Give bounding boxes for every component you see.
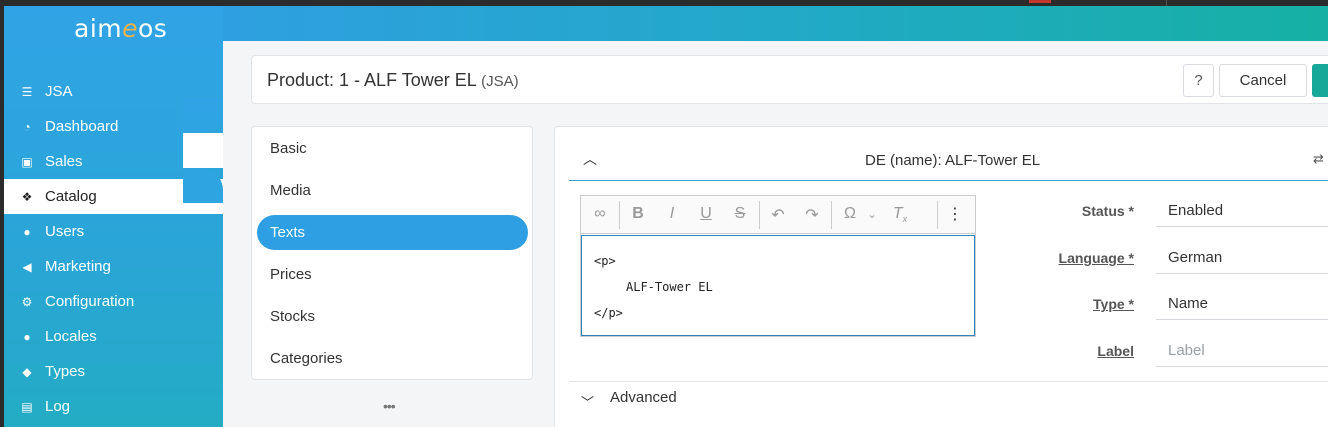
sidebar-item-label: JSA (45, 83, 73, 100)
top-navbar (223, 6, 1328, 41)
status-select[interactable]: Enabled (1156, 195, 1328, 227)
aimeos-logo[interactable]: aimeos (74, 14, 167, 43)
label-row: Label Label (995, 335, 1328, 367)
page-title-text: Product: 1 - ALF Tower EL (267, 70, 477, 90)
sidebar: aimeos ☰ JSA ◔ Dashboard ▣ Sales ❖ Catal… (4, 6, 223, 427)
language-select[interactable]: German (1156, 242, 1328, 274)
advanced-toggle[interactable]: ﹀ Advanced (569, 381, 1328, 417)
archive-icon: ▤ (21, 399, 33, 414)
language-row: Language * German (995, 242, 1328, 274)
special-character-icon[interactable]: Ω (839, 205, 861, 223)
active-nav-connector (183, 98, 223, 203)
source-line: <p> (594, 254, 616, 268)
more-options-icon[interactable]: ⋮ (947, 204, 963, 224)
sidebar-item-users[interactable]: ● Users (4, 214, 223, 249)
source-line: </p> (594, 306, 623, 320)
type-label[interactable]: Type * (1093, 296, 1134, 312)
editor-toolbar: ∞ B I U S ↶ ↷ Ω ⌄ Tx ⋮ (581, 196, 975, 234)
sidebar-item-label: Configuration (45, 293, 135, 310)
users-icon: ● (23, 224, 31, 239)
rich-text-editor: ∞ B I U S ↶ ↷ Ω ⌄ Tx ⋮ <p> ALF-Tower EL … (580, 195, 976, 337)
advanced-label: Advanced (610, 389, 677, 406)
strikethrough-icon[interactable]: S (729, 205, 751, 223)
money-icon: ▣ (21, 154, 33, 169)
sidebar-item-locales[interactable]: ● Locales (4, 319, 223, 354)
label-label[interactable]: Label (1097, 343, 1134, 359)
tag-icon: ◆ (22, 364, 32, 379)
translate-icon[interactable]: ⇄ (1313, 151, 1324, 167)
sidebar-item-types[interactable]: ◆ Types (4, 354, 223, 389)
toolbar-divider (759, 201, 760, 229)
cancel-button[interactable]: Cancel (1219, 64, 1307, 97)
tab-categories[interactable]: Categories (257, 341, 528, 376)
language-label[interactable]: Language * (1059, 250, 1134, 266)
underline-icon[interactable]: U (695, 205, 717, 223)
toolbar-divider (831, 201, 832, 229)
save-button[interactable] (1312, 64, 1328, 97)
os-indicator (1029, 0, 1051, 3)
text-item-header[interactable]: ︿ DE (name): ALF-Tower EL ⇄ (569, 127, 1328, 181)
sidebar-item-marketing[interactable]: ◀ Marketing (4, 249, 223, 284)
sidebar-item-label: Log (45, 398, 71, 415)
source-editing-area[interactable]: <p> ALF-Tower EL </p> (581, 235, 975, 336)
cubes-icon: ❖ (21, 189, 33, 204)
sidebar-item-label: Types (45, 363, 86, 380)
sidebar-item-label: Dashboard (45, 118, 119, 135)
type-row: Type * Name (995, 288, 1328, 320)
chevron-up-icon[interactable]: ︿ (583, 149, 597, 169)
tab-texts[interactable]: Texts (257, 215, 528, 250)
chevron-down-icon[interactable]: ﹀ (581, 392, 594, 411)
logo-part: e (122, 14, 139, 43)
bold-icon[interactable]: B (627, 205, 649, 223)
sidebar-item-log[interactable]: ▤ Log (4, 389, 223, 424)
undo-icon[interactable]: ↶ (767, 205, 789, 225)
list-icon: ☰ (21, 84, 33, 99)
sidebar-item-label: Catalog (45, 188, 97, 205)
cogs-icon: ⚙ (21, 294, 33, 309)
page-header: Product: 1 - ALF Tower EL (JSA) ? Cancel (251, 55, 1328, 104)
text-item-title: DE (name): ALF-Tower EL (865, 152, 1041, 169)
more-tabs-button[interactable]: ••• (383, 398, 396, 414)
tab-media[interactable]: Media (257, 173, 528, 208)
remove-format-icon[interactable]: Tx (889, 205, 911, 224)
sidebar-item-label: Marketing (45, 258, 111, 275)
status-row: Status * Enabled (995, 195, 1328, 227)
tab-basic[interactable]: Basic (257, 131, 528, 166)
link-icon[interactable]: ∞ (589, 205, 611, 223)
sidebar-item-configuration[interactable]: ⚙ Configuration (4, 284, 223, 319)
source-line: ALF-Tower EL (626, 280, 713, 294)
toolbar-divider (937, 201, 938, 229)
tab-prices[interactable]: Prices (257, 257, 528, 292)
label-input[interactable]: Label (1156, 335, 1328, 367)
logo-part: os (138, 14, 168, 43)
type-select[interactable]: Name (1156, 288, 1328, 320)
logo-part: aim (74, 14, 123, 43)
tab-stocks[interactable]: Stocks (257, 299, 528, 334)
dashboard-icon: ◔ (23, 119, 31, 134)
item-navigation: Basic Media Texts Prices Stocks Categori… (251, 126, 533, 380)
globe-icon: ● (23, 329, 31, 344)
bullhorn-icon: ◀ (22, 259, 32, 274)
sidebar-item-label: Locales (45, 328, 97, 345)
sidebar-item-label: Sales (45, 153, 83, 170)
help-button[interactable]: ? (1183, 64, 1214, 97)
page-title: Product: 1 - ALF Tower EL (JSA) (267, 70, 519, 91)
italic-icon[interactable]: I (661, 205, 683, 223)
chevron-down-icon[interactable]: ⌄ (861, 208, 883, 221)
toolbar-divider (619, 201, 620, 229)
sidebar-item-label: Users (45, 223, 85, 240)
text-item-card: ︿ DE (name): ALF-Tower EL ⇄ ∞ B I U S ↶ … (554, 126, 1328, 427)
redo-icon[interactable]: ↷ (801, 205, 823, 225)
status-label: Status * (1081, 203, 1134, 219)
site-code: (JSA) (481, 73, 519, 90)
